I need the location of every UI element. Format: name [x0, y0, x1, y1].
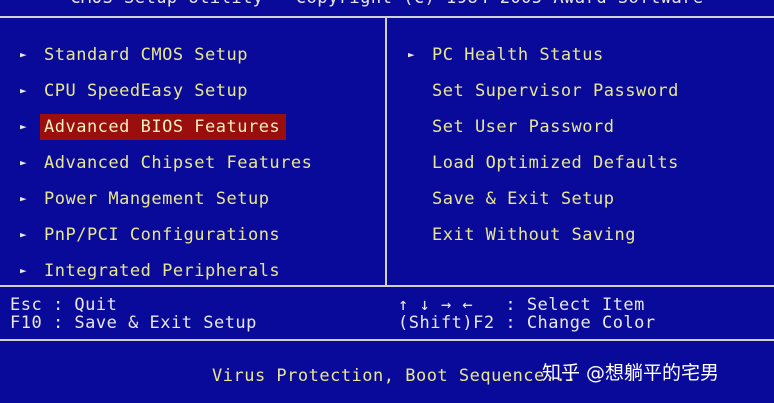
- menu-item-label: Standard CMOS Setup: [44, 45, 248, 65]
- help-f10-save-exit: F10 : Save & Exit Setup: [10, 313, 257, 333]
- menu-item-label: PnP/PCI Configurations: [44, 225, 281, 245]
- menu-item-label: Set Supervisor Password: [432, 81, 679, 101]
- submenu-arrow-icon: ►: [20, 48, 28, 61]
- menu-item-standard-cmos-setup[interactable]: ► Standard CMOS Setup: [20, 42, 254, 68]
- menu-item-integrated-peripherals[interactable]: ► Integrated Peripherals: [20, 258, 286, 284]
- status-description: Virus Protection, Boot Sequence...: [212, 366, 577, 386]
- menu-item-pc-health-status[interactable]: ► PC Health Status: [408, 42, 610, 68]
- menu-item-label: CPU SpeedEasy Setup: [44, 81, 248, 101]
- submenu-arrow-icon: ►: [20, 120, 28, 133]
- submenu-arrow-icon: ►: [20, 84, 28, 97]
- menu-item-power-management-setup[interactable]: ► Power Mangement Setup: [20, 186, 275, 212]
- menu-item-exit-without-saving[interactable]: Exit Without Saving: [408, 222, 642, 248]
- menu-item-label: Advanced Chipset Features: [44, 153, 313, 173]
- menu-item-label: PC Health Status: [432, 45, 604, 65]
- menu-item-label: Advanced BIOS Features: [40, 114, 287, 140]
- menu-item-label: Save & Exit Setup: [432, 189, 615, 209]
- bios-screen: CMOS Setup Utility - Copyright (C) 1984-…: [0, 0, 774, 403]
- menu-item-label: Set User Password: [432, 117, 615, 137]
- menu-item-label: Power Mangement Setup: [44, 189, 270, 209]
- menu-item-advanced-chipset-features[interactable]: ► Advanced Chipset Features: [20, 150, 318, 176]
- menu-item-advanced-bios-features[interactable]: ► Advanced BIOS Features: [20, 114, 287, 140]
- menu-item-label: Load Optimized Defaults: [432, 153, 679, 173]
- zhihu-watermark: 知乎 @想躺平的宅男: [542, 362, 720, 384]
- submenu-arrow-icon: ►: [20, 264, 28, 277]
- frame-help-bottom-line: [0, 339, 774, 341]
- frame-menu-bottom-line: [0, 285, 774, 287]
- menu-item-set-user-password[interactable]: Set User Password: [408, 114, 621, 140]
- frame-top-line: [0, 16, 774, 18]
- bios-title: CMOS Setup Utility - Copyright (C) 1984-…: [0, 0, 774, 8]
- help-esc-quit: Esc : Quit: [10, 295, 118, 315]
- submenu-arrow-icon: ►: [408, 48, 416, 61]
- menu-item-set-supervisor-password[interactable]: Set Supervisor Password: [408, 78, 685, 104]
- submenu-arrow-icon: ►: [20, 228, 28, 241]
- menu-item-label: Exit Without Saving: [432, 225, 636, 245]
- menu-item-cpu-speedeasy-setup[interactable]: ► CPU SpeedEasy Setup: [20, 78, 254, 104]
- submenu-arrow-icon: ►: [20, 156, 28, 169]
- menu-item-load-optimized-defaults[interactable]: Load Optimized Defaults: [408, 150, 685, 176]
- submenu-arrow-icon: ►: [20, 192, 28, 205]
- help-change-color: (Shift)F2 : Change Color: [398, 313, 656, 333]
- frame-center-divider: [385, 16, 387, 286]
- menu-item-pnp-pci-configurations[interactable]: ► PnP/PCI Configurations: [20, 222, 286, 248]
- menu-item-save-exit-setup[interactable]: Save & Exit Setup: [408, 186, 621, 212]
- menu-item-label: Integrated Peripherals: [44, 261, 281, 281]
- help-select-item: ↑ ↓ → ← : Select Item: [398, 295, 645, 315]
